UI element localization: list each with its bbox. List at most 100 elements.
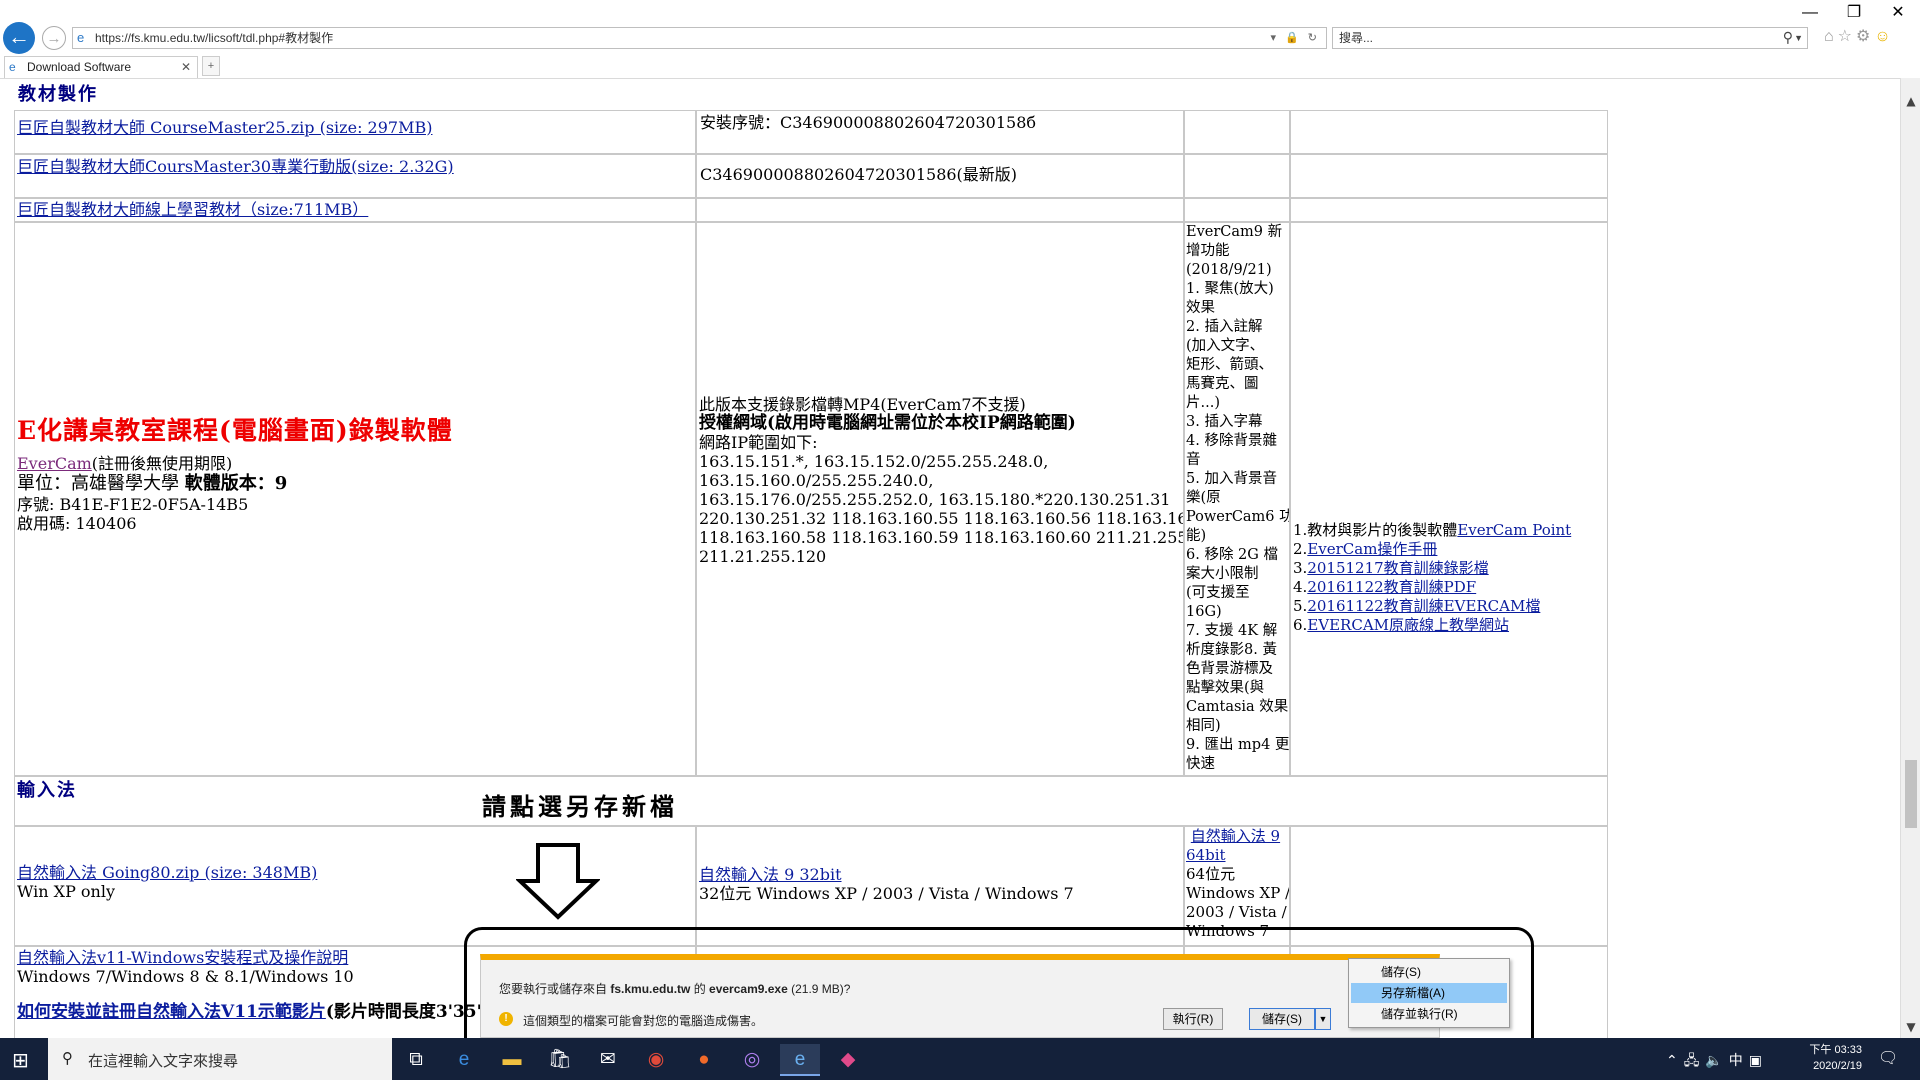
resource-prefix: 2. — [1293, 540, 1308, 558]
save-button[interactable]: 儲存(S) — [1249, 1008, 1315, 1030]
task-view-icon[interactable]: ⧉ — [396, 1044, 436, 1076]
feature-line: 音 — [1186, 452, 1201, 468]
run-button[interactable]: 執行(R) — [1163, 1008, 1223, 1030]
coursemaster25-link[interactable]: 巨匠自製教材大師 CourseMaster25.zip (size: 297MB… — [17, 118, 432, 137]
window-controls: — ❐ ✕ — [1788, 0, 1920, 26]
smiley-feedback-icon[interactable]: ☺ — [1874, 28, 1894, 45]
vertical-scrollbar[interactable]: ▲ ▼ — [1900, 78, 1920, 1038]
feature-line: 案大小限制 — [1186, 566, 1259, 582]
minimize-button[interactable]: — — [1788, 0, 1832, 26]
mail-icon[interactable]: ✉ — [588, 1044, 628, 1076]
system-clock[interactable]: 下午 03:33 2020/2/19 — [1788, 1042, 1862, 1074]
evercam-point-link[interactable]: EverCam Point — [1457, 521, 1571, 539]
forward-button[interactable]: → — [42, 26, 66, 50]
download-message-mid: 的 — [690, 982, 710, 996]
page-content: 教材製作 巨匠自製教材大師 CourseMaster25.zip (size: … — [0, 78, 1900, 1038]
table-cell: E化講桌教室課程(電腦畫面)錄製軟體 EverCam(註冊後無使用期限) 單位：… — [14, 222, 696, 776]
resource-prefix: 6. — [1293, 616, 1308, 634]
ime-indicator[interactable]: 中 — [1729, 1052, 1749, 1068]
menu-item-save-and-run[interactable]: 儲存並執行(R) — [1351, 1004, 1507, 1024]
table-cell — [1290, 198, 1608, 222]
favorites-star-icon[interactable]: ☆ — [1838, 28, 1856, 45]
tab-download-software[interactable]: e Download Software ✕ — [4, 56, 198, 78]
ime9-64bit-link[interactable]: 64bit — [1186, 846, 1226, 864]
evercam-activation: 啟用碼: 140406 — [17, 514, 137, 533]
ime9-64bit-link[interactable]: 自然輸入法 9 — [1191, 827, 1280, 845]
address-tools-icon[interactable]: ▾ 🔒 ↻ — [1270, 28, 1320, 48]
notification-icon[interactable]: 🗨 — [1878, 1048, 1898, 1068]
coursemaster25-serial: 安裝序號：C34690000880260472030158б — [700, 113, 1037, 132]
menu-item-save[interactable]: 儲存(S) — [1351, 962, 1507, 982]
evercam-license-note: (註冊後無使用期限) — [91, 454, 233, 473]
table-cell: C346900008802604720301586(最新版) — [696, 154, 1184, 198]
file-explorer-icon[interactable]: ▬ — [492, 1044, 532, 1076]
restore-button[interactable]: ❐ — [1832, 0, 1876, 26]
scroll-thumb[interactable] — [1905, 760, 1917, 828]
save-options-menu: 儲存(S) 另存新檔(A) 儲存並執行(R) — [1348, 958, 1510, 1028]
evercam-manual-link[interactable]: EverCam操作手冊 — [1307, 540, 1437, 558]
feature-line: (可支援至 — [1186, 585, 1250, 601]
table-cell: 巨匠自製教材大師線上學習教材（size:711MB） — [14, 198, 696, 222]
feature-line: 5. 加入背景音 — [1186, 471, 1277, 487]
training-pdf-link[interactable]: 20161122教育訓練PDF — [1307, 578, 1476, 596]
table-cell: 輸入法 — [14, 776, 1608, 826]
training-evercam-link[interactable]: 20161122教育訓練EVERCAM檔 — [1307, 597, 1540, 615]
close-button[interactable]: ✕ — [1876, 0, 1920, 26]
save-dropdown-chevron-icon[interactable]: ▼ — [1315, 1008, 1331, 1030]
ime11-link[interactable]: 自然輸入法v11-Windows安裝程式及操作說明 — [17, 948, 348, 967]
coursemaster-online-link[interactable]: 巨匠自製教材大師線上學習教材（size:711MB） — [17, 200, 368, 219]
address-bar[interactable]: e https://fs.kmu.edu.tw/licsoft/tdl.php#… — [72, 27, 1327, 49]
chevron-down-icon[interactable]: ▼ — [1794, 28, 1803, 48]
network-icon[interactable]: 🖧 — [1684, 1052, 1706, 1068]
scroll-up-icon[interactable]: ▲ — [1901, 94, 1920, 108]
gear-icon[interactable]: ⚙ — [1856, 28, 1874, 45]
internet-explorer-icon[interactable]: e — [780, 1044, 820, 1076]
coursemaster30-serial: C346900008802604720301586(最新版) — [700, 165, 1018, 184]
training-video-link[interactable]: 20151217教育訓練錄影檔 — [1307, 559, 1488, 577]
feature-line: PowerCam6 功 — [1186, 509, 1290, 525]
feature-line: (加入文字、 — [1186, 338, 1265, 354]
search-box[interactable]: 搜尋... ⚲ ▼ — [1332, 27, 1808, 49]
obs-icon[interactable]: ◎ — [732, 1044, 772, 1076]
save-as-hint: 請點選另存新檔 — [482, 792, 678, 821]
url-text[interactable]: https://fs.kmu.edu.tw/licsoft/tdl.php#教材… — [95, 28, 333, 48]
going80-link[interactable]: 自然輸入法 Going80.zip (size: 348MB) — [17, 863, 317, 882]
ip-range-line: 163.15.160.0/255.255.240.0, — [699, 471, 934, 490]
location-pin-icon[interactable]: ◆ — [828, 1044, 868, 1076]
system-tray: ⌃🖧🔈中▣ — [1666, 1050, 1768, 1074]
coursemaster30-link[interactable]: 巨匠自製教材大師CoursMaster30專業行動版(size: 2.32G) — [17, 157, 454, 176]
ime-mode-icon[interactable]: ▣ — [1749, 1052, 1768, 1068]
feature-line: 相同) — [1186, 718, 1221, 734]
feature-line: 16G) — [1186, 604, 1222, 620]
table-cell — [696, 198, 1184, 222]
chevron-up-icon[interactable]: ⌃ — [1666, 1052, 1684, 1068]
volume-icon[interactable]: 🔈 — [1705, 1052, 1728, 1068]
evercam-online-tutorial-link[interactable]: EVERCAM原廠線上教學網站 — [1307, 616, 1509, 634]
tab-title[interactable]: Download Software — [27, 57, 131, 77]
ime9-32bit-link[interactable]: 自然輸入法 9 32bit — [699, 865, 842, 884]
shield-warning-icon: ! — [499, 1012, 513, 1026]
taskbar-search-placeholder[interactable]: 在這裡輸入文字來搜尋 — [88, 1050, 238, 1071]
scroll-down-icon[interactable]: ▼ — [1901, 1020, 1920, 1034]
home-icon[interactable]: ⌂ — [1824, 28, 1838, 45]
menu-item-save-as[interactable]: 另存新檔(A) — [1351, 983, 1507, 1003]
table-cell — [1290, 110, 1608, 154]
resource-prefix: 4. — [1293, 578, 1308, 596]
evercam-title: E化講桌教室課程(電腦畫面)錄製軟體 — [17, 416, 453, 445]
windows-start-icon[interactable]: ⊞ — [12, 1048, 29, 1073]
ime11-howto-video-link[interactable]: 如何安裝並註冊自然輸入法V11示範影片 — [17, 1002, 326, 1022]
edge-icon[interactable]: e — [444, 1044, 484, 1076]
close-tab-icon[interactable]: ✕ — [181, 57, 191, 77]
search-placeholder[interactable]: 搜尋... — [1339, 28, 1373, 48]
store-icon[interactable]: 🛍 — [540, 1044, 580, 1076]
back-button[interactable]: ← — [3, 22, 35, 54]
feature-line: 3. 插入字幕 — [1186, 414, 1263, 430]
chrome-icon[interactable]: ◉ — [636, 1044, 676, 1076]
taskbar-search[interactable]: ⚲ 在這裡輸入文字來搜尋 — [48, 1038, 392, 1080]
new-tab-button[interactable]: + — [202, 56, 220, 76]
windows-taskbar: ⊞ ⚲ 在這裡輸入文字來搜尋 ⧉ e ▬ 🛍 ✉ ◉ ● ◎ e ◆ ⌃🖧🔈中▣… — [0, 1038, 1920, 1080]
search-icon[interactable]: ⚲ — [1783, 27, 1793, 47]
table-cell — [1184, 154, 1290, 198]
evercam-link[interactable]: EverCam — [17, 454, 92, 473]
firefox-icon[interactable]: ● — [684, 1044, 724, 1076]
